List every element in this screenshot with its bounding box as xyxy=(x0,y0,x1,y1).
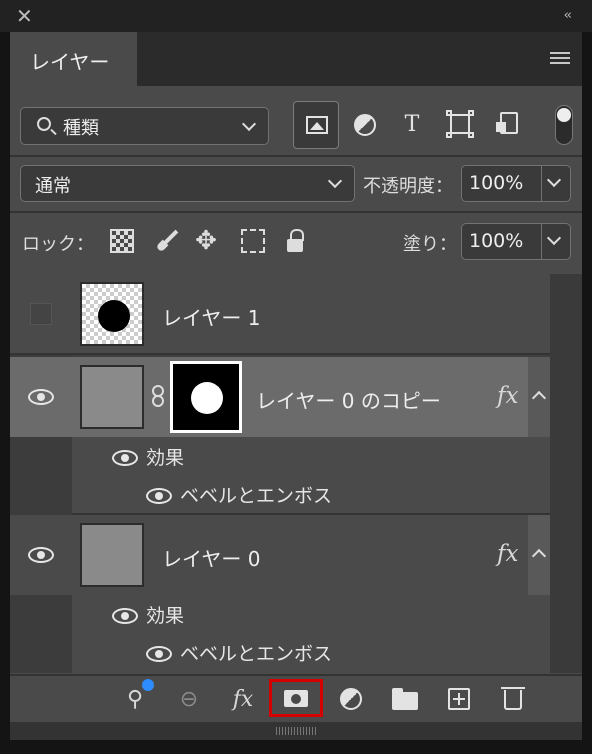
eye-icon[interactable] xyxy=(146,488,172,504)
filter-type-button[interactable]: T xyxy=(389,101,435,149)
eye-icon[interactable] xyxy=(146,646,172,662)
trash-icon xyxy=(501,687,525,710)
resize-grip-icon[interactable] xyxy=(276,727,316,735)
fill-field[interactable]: 100% xyxy=(461,223,571,260)
smart-object-icon xyxy=(496,112,518,134)
add-layer-style-button[interactable]: fx xyxy=(226,684,260,714)
tab-bar: レイヤー xyxy=(10,32,582,86)
text-icon: T xyxy=(404,112,420,137)
new-layer-icon xyxy=(448,688,470,710)
new-layer-button[interactable] xyxy=(442,684,476,714)
divider xyxy=(10,211,582,213)
chevron-down-icon xyxy=(327,173,343,189)
scrollbar[interactable] xyxy=(550,274,582,673)
lock-position-icon[interactable]: ✥ xyxy=(194,228,218,254)
filter-shape-button[interactable] xyxy=(437,101,483,149)
adjustment-icon xyxy=(354,114,376,136)
layer-row[interactable]: レイヤー 0 fx xyxy=(10,515,550,595)
filter-smart-object-button[interactable] xyxy=(485,101,531,149)
layer-name[interactable]: レイヤー 0 xyxy=(162,543,260,572)
effects-row[interactable]: 効果 xyxy=(72,437,550,475)
close-icon[interactable]: ✕ xyxy=(16,6,33,26)
divider xyxy=(10,155,582,157)
layer-row[interactable]: レイヤー 1 xyxy=(10,274,550,355)
tab-layers[interactable]: レイヤー xyxy=(10,32,137,86)
collapse-effects-button[interactable] xyxy=(528,357,550,437)
link-button[interactable]: ⊖ xyxy=(172,684,206,714)
layer-list: レイヤー 1 レイヤー 0 のコピー fx 効果 ベベルとエンボス レイヤー 0… xyxy=(10,274,582,673)
link-icon: ⊖ xyxy=(179,687,199,712)
layers-panel: ✕ ‹‹ レイヤー 種類 T 通常 不透明度： 100% ロック： ✥ 塗り： … xyxy=(0,0,592,754)
layer-thumbnail[interactable] xyxy=(80,365,144,429)
filter-toggle[interactable] xyxy=(555,105,573,145)
layer-mask-thumbnail[interactable] xyxy=(170,361,242,433)
effects-label: 効果 xyxy=(146,605,185,627)
visibility-toggle-off[interactable] xyxy=(30,303,52,325)
fx-icon[interactable]: fx xyxy=(497,541,518,567)
effect-item-row[interactable]: ベベルとエンボス xyxy=(72,633,550,673)
opacity-value: 100% xyxy=(469,172,524,194)
layer-name[interactable]: レイヤー 0 のコピー xyxy=(256,385,441,414)
filter-kind-label: 種類 xyxy=(63,118,99,139)
collapse-effects-button[interactable] xyxy=(528,515,550,595)
image-icon xyxy=(306,116,328,134)
tab-label: レイヤー xyxy=(30,50,110,74)
chevron-down-icon[interactable] xyxy=(546,230,562,246)
layer-name[interactable]: レイヤー 1 xyxy=(162,302,260,331)
filter-pixel-button[interactable] xyxy=(293,101,339,149)
blend-mode-value: 通常 xyxy=(35,176,71,197)
filter-type-buttons: T xyxy=(293,101,539,151)
fill-value: 100% xyxy=(469,230,524,252)
chevron-down-icon xyxy=(241,116,257,132)
collapse-icon[interactable]: ‹‹ xyxy=(564,8,573,23)
folder-icon xyxy=(392,688,418,710)
eye-icon[interactable] xyxy=(112,450,138,466)
shape-icon xyxy=(446,110,474,138)
panel-title-bar: ✕ ‹‹ xyxy=(0,0,592,32)
eye-icon[interactable] xyxy=(28,389,54,405)
delete-layer-button[interactable] xyxy=(496,684,530,714)
fx-icon[interactable]: fx xyxy=(497,383,518,409)
mask-icon xyxy=(284,690,308,707)
filter-kind-select[interactable]: 種類 xyxy=(20,107,269,145)
new-adjustment-layer-button[interactable] xyxy=(334,684,368,714)
lock-transparency-icon[interactable] xyxy=(110,229,134,253)
opacity-label: 不透明度： xyxy=(363,176,453,197)
link-icon[interactable] xyxy=(152,385,164,409)
fill-label: 塗り： xyxy=(403,234,457,255)
panel-menu-icon[interactable] xyxy=(550,52,570,66)
notification-dot xyxy=(142,679,154,691)
effect-name: ベベルとエンボス xyxy=(180,643,333,665)
effect-name: ベベルとエンボス xyxy=(180,485,333,507)
layer-thumbnail[interactable] xyxy=(80,282,144,346)
search-icon xyxy=(37,117,51,131)
lock-artboard-icon[interactable] xyxy=(241,229,265,253)
lock-all-icon[interactable] xyxy=(285,229,309,253)
eye-icon[interactable] xyxy=(28,547,54,563)
eye-icon[interactable] xyxy=(112,608,138,624)
effects-label: 効果 xyxy=(146,447,185,469)
layer-thumbnail[interactable] xyxy=(80,523,144,587)
bottom-toolbar: ⚲ ⊖ fx xyxy=(10,674,582,722)
new-group-button[interactable] xyxy=(388,684,422,714)
effect-item-row[interactable]: ベベルとエンボス xyxy=(72,475,550,515)
adjustment-icon xyxy=(340,688,362,710)
effects-row[interactable]: 効果 xyxy=(72,595,550,633)
opacity-field[interactable]: 100% xyxy=(461,165,571,202)
layer-row-selected[interactable]: レイヤー 0 のコピー fx xyxy=(10,357,550,437)
filter-adjustment-button[interactable] xyxy=(341,101,387,149)
fx-icon: fx xyxy=(232,687,254,712)
chevron-down-icon[interactable] xyxy=(546,172,562,188)
lock-label: ロック： xyxy=(22,234,94,255)
blend-mode-select[interactable]: 通常 xyxy=(20,165,355,202)
add-mask-button[interactable] xyxy=(269,679,323,717)
